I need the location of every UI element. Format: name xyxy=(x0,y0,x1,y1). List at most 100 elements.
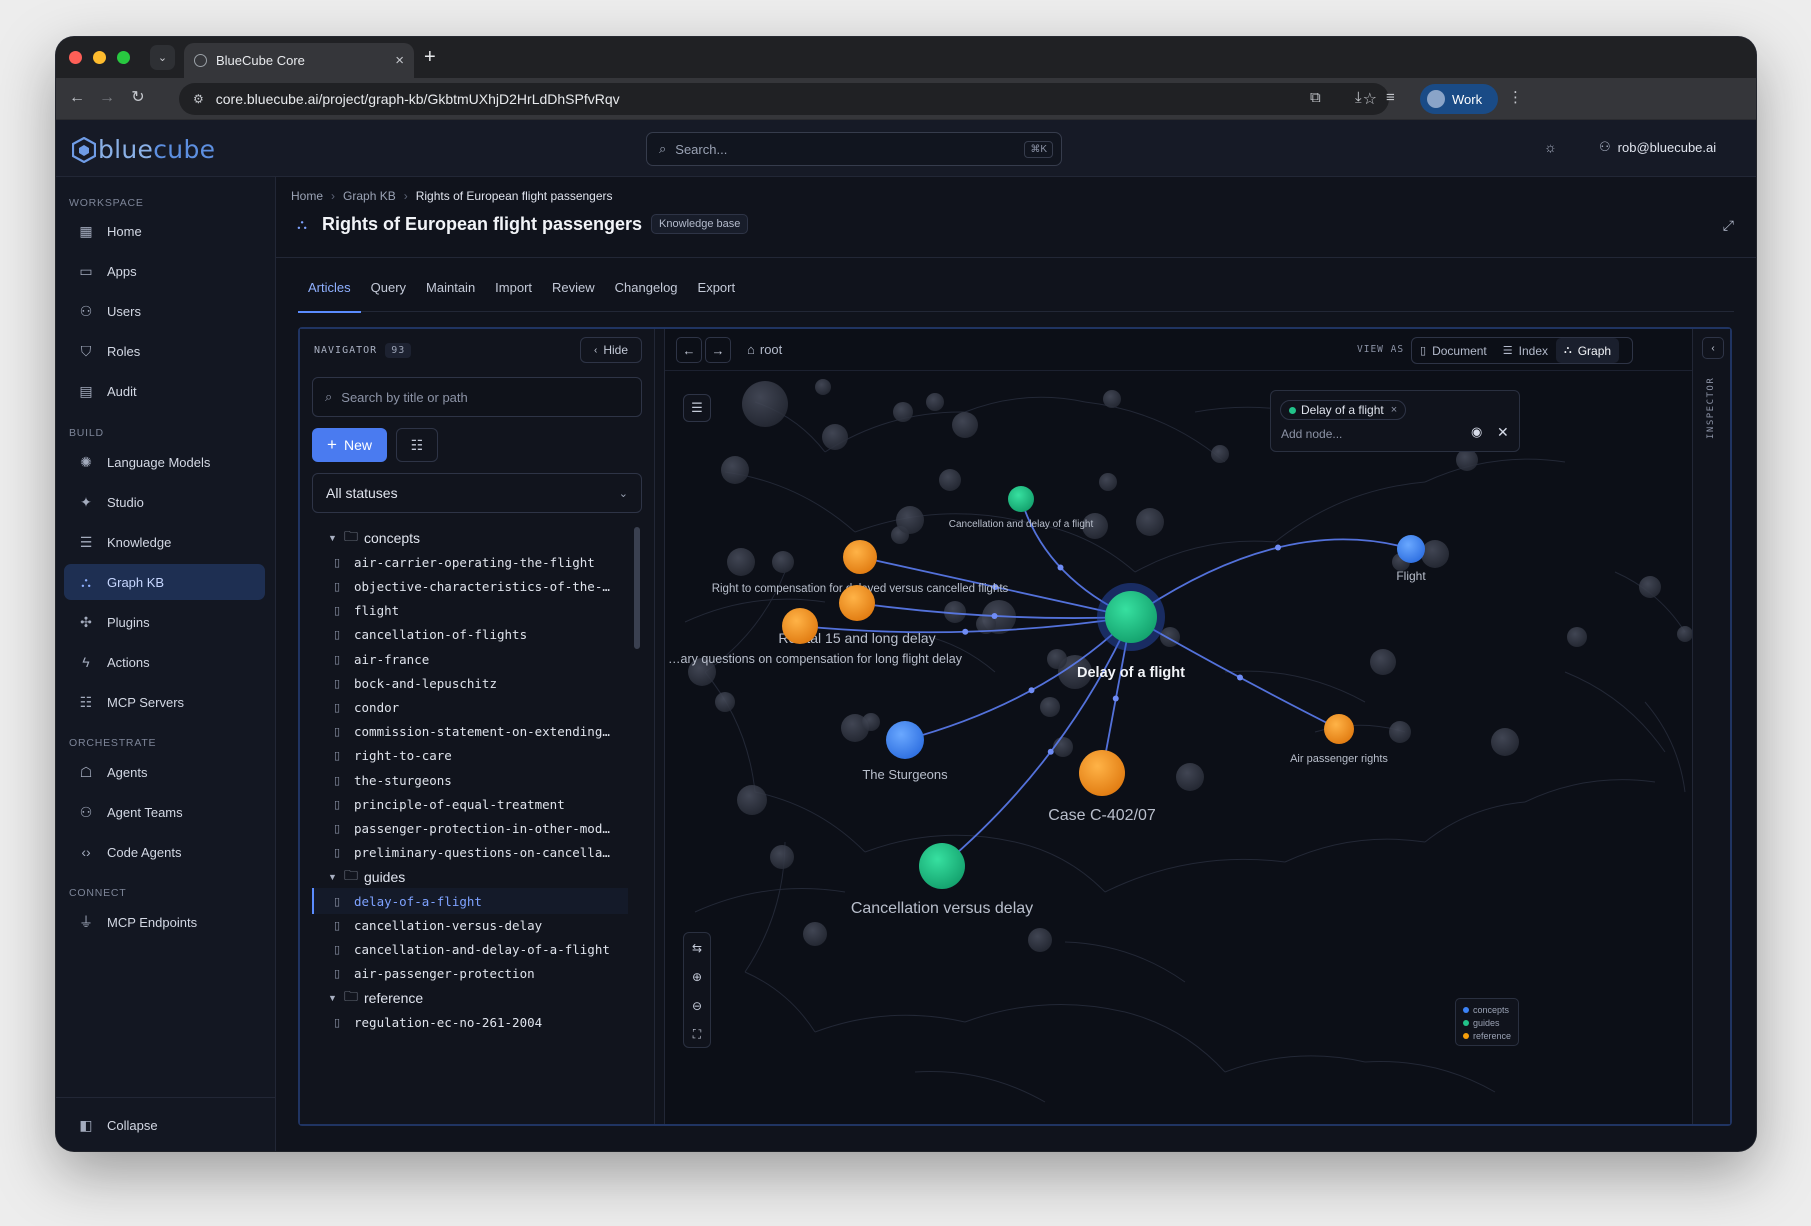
tab-review[interactable]: Review xyxy=(542,273,605,312)
fit-view-icon[interactable]: ⛶ xyxy=(684,1020,710,1049)
fullscreen-expand-icon[interactable]: ⤢ xyxy=(1723,217,1734,234)
sidebar-item-language-models[interactable]: ✺ Language Models xyxy=(64,444,265,480)
collapse-sidebar-button[interactable]: ◧ Collapse xyxy=(64,1107,265,1143)
graph-canvas[interactable]: Delay of a flight Cancellation and delay … xyxy=(665,372,1692,1124)
graph-background-node[interactable] xyxy=(1099,473,1117,491)
sidebar-item-knowledge[interactable]: ☰ Knowledge xyxy=(64,524,265,560)
sidebar-item-roles[interactable]: ⛉ Roles xyxy=(64,333,265,369)
window-minimize-button[interactable] xyxy=(93,51,106,64)
zoom-out-icon[interactable]: ⊖ xyxy=(684,991,710,1020)
sidebar-item-home[interactable]: ▦ Home xyxy=(64,213,265,249)
graph-background-node[interactable] xyxy=(803,922,827,946)
tab-articles[interactable]: Articles xyxy=(298,273,361,313)
tab-maintain[interactable]: Maintain xyxy=(416,273,485,312)
sidebar-item-agent-teams[interactable]: ⚇ Agent Teams xyxy=(64,794,265,830)
user-menu[interactable]: ⚇ rob@bluecube.ai xyxy=(1599,139,1716,155)
graph-background-node[interactable] xyxy=(1160,627,1180,647)
reload-icon[interactable]: ↻ xyxy=(127,88,149,108)
graph-background-node[interactable] xyxy=(1028,928,1052,952)
browser-tab[interactable]: BlueCube Core × xyxy=(184,43,414,78)
graph-background-node[interactable] xyxy=(1136,508,1164,536)
theme-toggle-sun-icon[interactable]: ☼ xyxy=(1544,139,1557,155)
media-queue-icon[interactable]: ≡ xyxy=(1386,89,1395,107)
graph-node[interactable] xyxy=(843,540,877,574)
tree-file-item[interactable]: ▯ delay-of-a-flight xyxy=(312,888,628,914)
tree-file-item[interactable]: ▯ passenger-protection-in-other-mod… xyxy=(312,815,628,841)
new-article-button[interactable]: + New xyxy=(312,428,387,462)
graph-node[interactable] xyxy=(886,721,924,759)
graph-background-node[interactable] xyxy=(926,393,944,411)
graph-node[interactable] xyxy=(919,843,965,889)
tree-file-item[interactable]: ▯ right-to-care xyxy=(312,743,628,769)
site-settings-icon[interactable]: ⚙ xyxy=(193,92,204,106)
tree-file-item[interactable]: ▯ cancellation-and-delay-of-a-flight xyxy=(312,936,628,962)
swap-layout-icon[interactable]: ⇆ xyxy=(684,933,710,962)
graph-background-node[interactable] xyxy=(727,548,755,576)
graph-background-node[interactable] xyxy=(939,469,961,491)
history-forward-arrow-icon[interactable]: → xyxy=(705,337,731,363)
graph-node[interactable] xyxy=(839,585,875,621)
graph-background-node[interactable] xyxy=(1103,390,1121,408)
breadcrumb-graph-kb[interactable]: Graph KB xyxy=(343,189,396,203)
sidebar-item-actions[interactable]: ϟ Actions xyxy=(64,644,265,680)
bluecube-logo[interactable]: bluecube xyxy=(72,135,215,164)
global-search-input[interactable]: ⌕ Search... ⌘K xyxy=(646,132,1062,166)
view-index-button[interactable]: ☰ Index xyxy=(1495,338,1556,363)
graph-background-node[interactable] xyxy=(952,412,978,438)
tree-file-item[interactable]: ▯ flight xyxy=(312,598,628,624)
sidebar-item-mcp-endpoints[interactable]: ⏚ MCP Endpoints xyxy=(64,904,265,940)
more-menu-icon[interactable]: ⋮ xyxy=(1508,89,1523,107)
graph-background-node[interactable] xyxy=(1053,737,1073,757)
chevron-down-icon[interactable]: ▼ xyxy=(328,533,340,543)
window-zoom-button[interactable] xyxy=(117,51,130,64)
graph-node[interactable] xyxy=(1397,535,1425,563)
tree-file-item[interactable]: ▯ air-france xyxy=(312,646,628,672)
tab-import[interactable]: Import xyxy=(485,273,542,312)
graph-background-node[interactable] xyxy=(862,713,880,731)
close-icon[interactable]: × xyxy=(395,52,404,69)
graph-background-node[interactable] xyxy=(1491,728,1519,756)
sidebar-item-users[interactable]: ⚇ Users xyxy=(64,293,265,329)
tree-file-item[interactable]: ▯ preliminary-questions-on-cancella… xyxy=(312,840,628,866)
graph-root-crumb[interactable]: ⌂ root xyxy=(747,342,782,357)
graph-background-node[interactable] xyxy=(737,785,767,815)
forward-arrow-icon[interactable]: → xyxy=(96,88,118,108)
remove-chip-close-icon[interactable]: × xyxy=(1391,404,1397,416)
graph-background-node[interactable] xyxy=(1047,649,1067,669)
tree-folder-reference[interactable]: ▼ 🗀 reference xyxy=(312,985,628,1011)
graph-background-node[interactable] xyxy=(815,379,831,395)
navigator-search-input[interactable]: ⌕ Search by title or path xyxy=(312,377,642,417)
graph-filter-sliders-icon[interactable]: ☰ xyxy=(683,394,711,422)
breadcrumb-home[interactable]: Home xyxy=(291,189,323,203)
tree-file-item[interactable]: ▯ cancellation-versus-delay xyxy=(312,912,628,938)
graph-node[interactable] xyxy=(782,608,818,644)
tree-file-item[interactable]: ▯ principle-of-equal-treatment xyxy=(312,791,628,817)
bulk-select-list-icon[interactable]: ☷ xyxy=(396,428,438,462)
knowledge-graph[interactable]: Delay of a flight Cancellation and delay … xyxy=(665,372,1692,1124)
status-filter-select[interactable]: All statuses ⌄ xyxy=(312,473,642,513)
graph-background-node[interactable] xyxy=(715,692,735,712)
tab-export[interactable]: Export xyxy=(688,273,746,312)
sidebar-item-mcp-servers[interactable]: ☷ MCP Servers xyxy=(64,684,265,720)
graph-background-node[interactable] xyxy=(1040,697,1060,717)
view-document-button[interactable]: ▯ Document xyxy=(1412,338,1495,363)
tree-file-item[interactable]: ▯ air-carrier-operating-the-flight xyxy=(312,549,628,575)
sidebar-item-code-agents[interactable]: ‹› Code Agents xyxy=(64,834,265,870)
tree-file-item[interactable]: ▯ commission-statement-on-extending… xyxy=(312,719,628,745)
chevron-down-icon[interactable]: ▼ xyxy=(328,872,340,882)
close-icon[interactable]: ✕ xyxy=(1497,424,1509,441)
graph-node[interactable] xyxy=(1008,486,1034,512)
tree-file-item[interactable]: ▯ cancellation-of-flights xyxy=(312,622,628,648)
history-back-arrow-icon[interactable]: ← xyxy=(676,337,702,363)
graph-node[interactable] xyxy=(1079,750,1125,796)
tree-file-item[interactable]: ▯ condor xyxy=(312,694,628,720)
add-node-input[interactable]: Add node... xyxy=(1281,427,1342,441)
graph-background-node[interactable] xyxy=(770,845,794,869)
graph-background-node[interactable] xyxy=(742,381,788,427)
graph-background-node[interactable] xyxy=(1456,449,1478,471)
tree-file-item[interactable]: ▯ the-sturgeons xyxy=(312,767,628,793)
sidebar-item-studio[interactable]: ✦ Studio xyxy=(64,484,265,520)
graph-background-node[interactable] xyxy=(772,551,794,573)
sidebar-item-apps[interactable]: ▭ Apps xyxy=(64,253,265,289)
sidebar-item-agents[interactable]: ☖ Agents xyxy=(64,754,265,790)
